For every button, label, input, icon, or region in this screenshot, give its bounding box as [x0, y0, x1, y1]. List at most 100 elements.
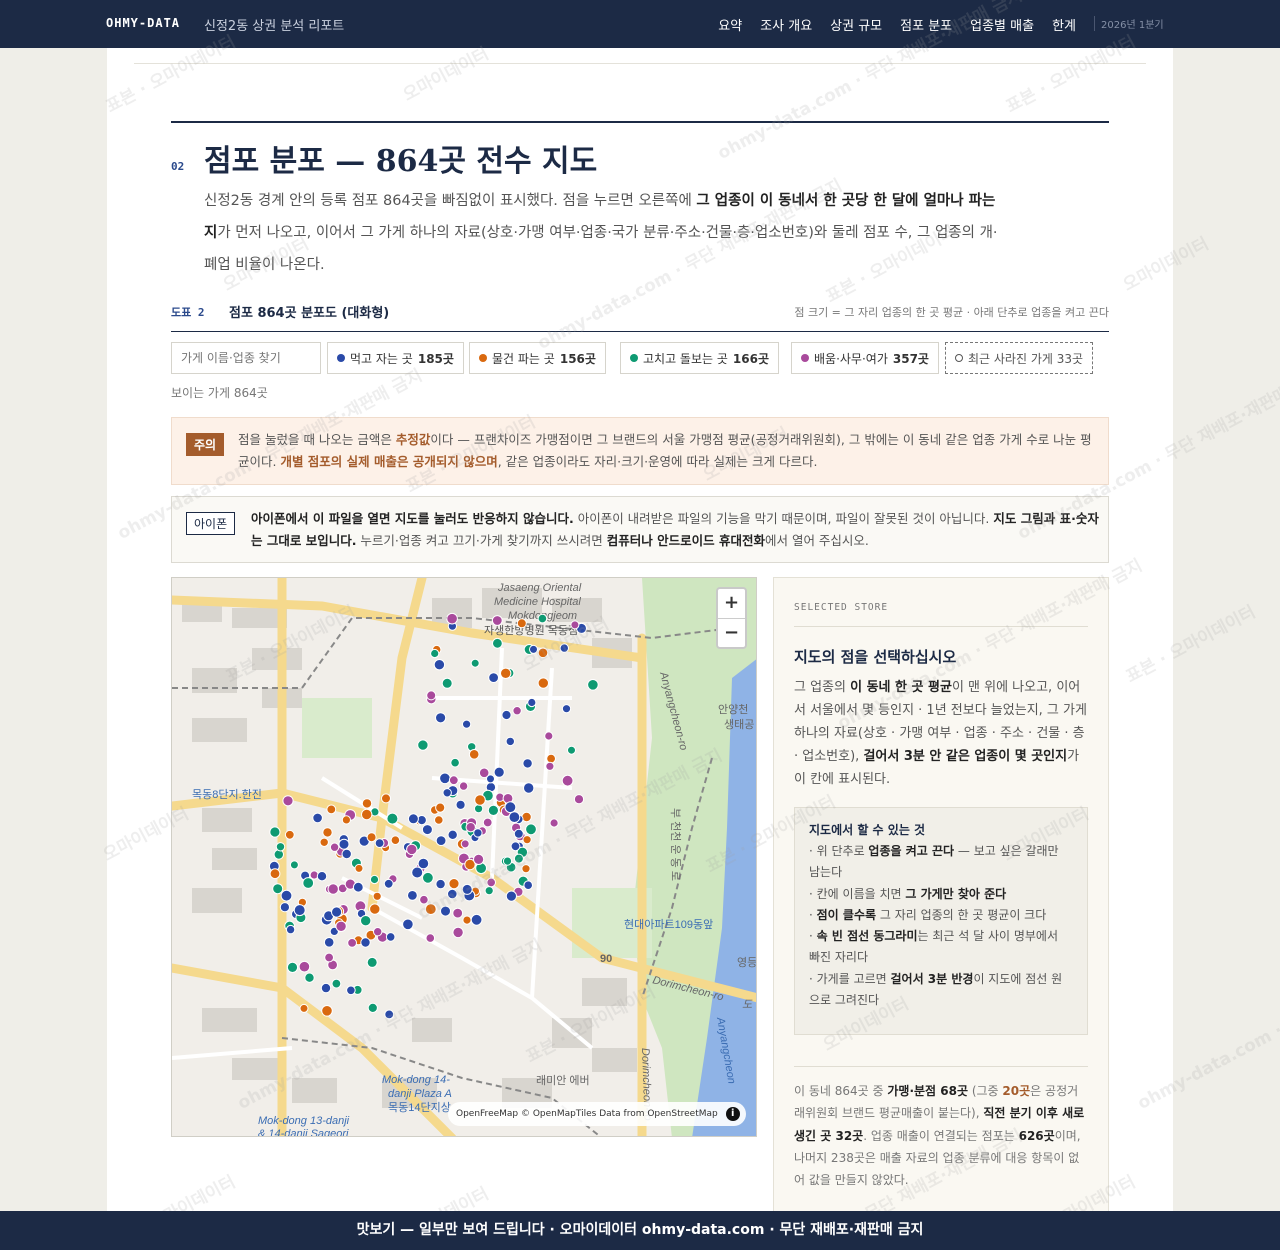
store-point[interactable] — [419, 894, 429, 905]
store-point[interactable] — [321, 1005, 333, 1017]
store-point[interactable] — [440, 905, 451, 917]
store-point[interactable] — [512, 706, 522, 716]
filter-chip-education-office-leisure[interactable]: 배움·사무·여가 357곳 — [791, 342, 939, 374]
store-point[interactable] — [386, 812, 399, 825]
store-point[interactable] — [482, 817, 493, 828]
store-point[interactable] — [346, 985, 356, 996]
store-point[interactable] — [450, 757, 460, 768]
store-point[interactable] — [407, 890, 418, 901]
store-point[interactable] — [298, 960, 311, 973]
store-point[interactable] — [286, 961, 299, 973]
store-point[interactable] — [468, 749, 480, 760]
store-point[interactable] — [508, 811, 521, 824]
store-point[interactable] — [284, 829, 295, 840]
store-map[interactable]: Jasaeng Oriental Medicine Hospital Mokdo… — [171, 577, 757, 1137]
store-point[interactable] — [322, 827, 333, 838]
map-canvas[interactable]: Jasaeng Oriental Medicine Hospital Mokdo… — [172, 578, 757, 1137]
store-point[interactable] — [544, 731, 554, 741]
store-point[interactable] — [525, 823, 537, 836]
store-point[interactable] — [367, 1002, 378, 1013]
store-point[interactable] — [537, 613, 548, 624]
store-point[interactable] — [406, 843, 418, 856]
store-point[interactable] — [448, 878, 460, 890]
store-point[interactable] — [289, 860, 299, 870]
info-icon[interactable]: i — [725, 1107, 740, 1121]
store-point[interactable] — [407, 813, 419, 825]
store-point[interactable] — [335, 920, 347, 932]
store-point[interactable] — [361, 808, 373, 821]
store-point[interactable] — [430, 648, 440, 659]
store-point[interactable] — [360, 915, 372, 927]
store-point[interactable] — [331, 906, 343, 918]
store-point[interactable] — [523, 880, 534, 891]
store-point[interactable] — [492, 637, 503, 649]
store-point[interactable] — [504, 801, 517, 814]
store-point[interactable] — [561, 774, 574, 787]
store-point[interactable] — [299, 1003, 309, 1013]
store-point[interactable] — [320, 982, 332, 994]
store-point[interactable] — [422, 871, 434, 884]
store-point[interactable] — [501, 709, 512, 721]
store-point[interactable] — [275, 842, 286, 852]
nav-link-summary[interactable]: 요약 — [718, 15, 742, 34]
store-point[interactable] — [441, 677, 453, 689]
store-point[interactable] — [545, 761, 555, 771]
store-point[interactable] — [455, 799, 466, 810]
store-point[interactable] — [573, 794, 585, 805]
store-point[interactable] — [319, 837, 329, 847]
store-point[interactable] — [331, 978, 342, 989]
store-point[interactable] — [513, 853, 524, 864]
store-point[interactable] — [516, 618, 527, 629]
store-point[interactable] — [366, 832, 377, 843]
brand-logo[interactable]: OHMY-DATA — [106, 16, 180, 30]
store-point[interactable] — [293, 904, 306, 917]
store-point[interactable] — [279, 902, 291, 913]
store-point[interactable] — [484, 886, 494, 896]
store-point[interactable] — [285, 924, 296, 935]
store-point[interactable] — [369, 874, 380, 885]
store-point[interactable] — [269, 826, 281, 838]
store-point[interactable] — [442, 788, 452, 798]
store-point[interactable] — [361, 798, 373, 809]
store-point[interactable] — [493, 766, 505, 778]
store-point[interactable] — [537, 647, 549, 659]
store-point[interactable] — [316, 871, 328, 882]
store-point[interactable] — [460, 839, 470, 849]
store-point[interactable] — [500, 667, 512, 680]
zoom-in-button[interactable]: + — [718, 589, 745, 618]
store-point[interactable] — [462, 719, 472, 729]
store-point[interactable] — [537, 677, 549, 689]
store-point[interactable] — [474, 804, 484, 814]
store-point[interactable] — [488, 672, 500, 683]
filter-chip-retail[interactable]: 물건 파는 곳 156곳 — [469, 342, 606, 374]
store-point[interactable] — [354, 863, 364, 873]
store-point[interactable] — [478, 767, 490, 779]
store-point[interactable] — [447, 829, 458, 840]
store-point[interactable] — [452, 926, 464, 939]
store-point[interactable] — [425, 933, 436, 943]
store-point[interactable] — [373, 927, 383, 937]
nav-link-sales-by-industry[interactable]: 업종별 매출 — [970, 15, 1034, 34]
store-point[interactable] — [435, 835, 447, 847]
store-point[interactable] — [561, 704, 572, 714]
store-point[interactable] — [282, 795, 294, 807]
nav-link-market-size[interactable]: 상권 규모 — [830, 15, 882, 34]
store-point[interactable] — [341, 815, 351, 825]
store-point[interactable] — [269, 868, 281, 880]
store-point[interactable] — [417, 739, 429, 751]
store-point[interactable] — [347, 938, 358, 948]
store-point[interactable] — [523, 782, 535, 794]
store-point[interactable] — [446, 612, 458, 625]
store-point[interactable] — [510, 841, 521, 852]
store-point[interactable] — [369, 903, 381, 915]
store-point[interactable] — [434, 815, 444, 825]
store-point[interactable] — [559, 643, 569, 653]
store-point[interactable] — [527, 697, 537, 708]
store-point[interactable] — [304, 972, 315, 983]
store-point[interactable] — [435, 802, 446, 813]
store-point[interactable] — [433, 659, 446, 671]
store-point[interactable] — [323, 937, 335, 948]
store-point[interactable] — [567, 745, 576, 755]
zoom-out-button[interactable]: − — [718, 618, 745, 647]
store-point[interactable] — [474, 794, 486, 806]
